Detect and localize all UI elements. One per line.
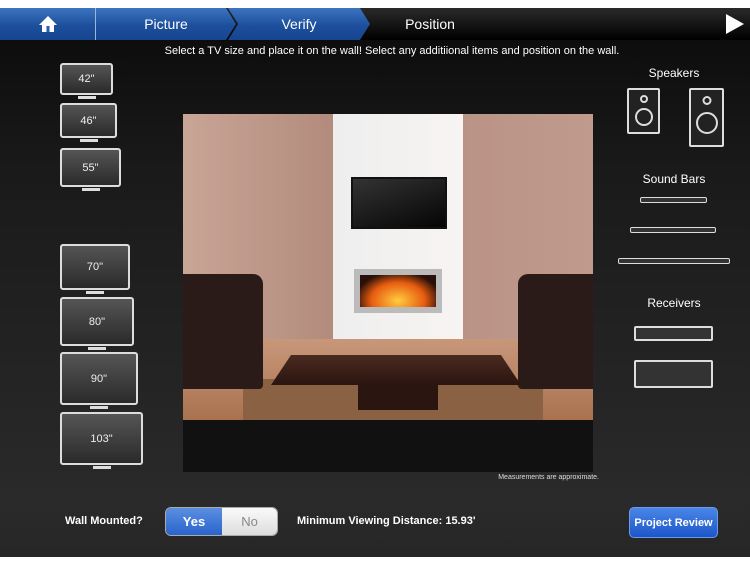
receiver-slim[interactable]	[634, 326, 713, 341]
sound-bar-medium[interactable]	[630, 227, 716, 233]
sound-bar-large[interactable]	[618, 258, 730, 264]
min-viewing-distance: Minimum Viewing Distance: 15.93'	[297, 515, 476, 527]
wall-mounted-label: Wall Mounted?	[65, 515, 143, 527]
wall-mounted-toggle[interactable]: Yes No	[165, 507, 278, 536]
step-position[interactable]: Position	[370, 8, 490, 40]
no-option[interactable]: No	[222, 508, 277, 535]
tv-size-80[interactable]: 80"	[60, 297, 134, 350]
step-label: Position	[405, 16, 455, 32]
speakers-label: Speakers	[648, 66, 700, 80]
home-button[interactable]	[0, 8, 96, 40]
measurement-note: Measurements are approximate.	[498, 474, 599, 481]
tv-size-103[interactable]: 103"	[60, 412, 143, 469]
instruction-text: Select a TV size and place it on the wal…	[164, 45, 620, 57]
sound-bars-label: Sound Bars	[642, 172, 706, 186]
tv-size-55[interactable]: 55"	[60, 148, 121, 191]
step-label: Picture	[144, 16, 188, 32]
armchair-right	[518, 274, 593, 389]
preview-bottom	[183, 420, 593, 472]
receiver-full[interactable]	[634, 360, 713, 388]
fireplace-wall	[333, 114, 463, 349]
tv-size-70[interactable]: 70"	[60, 244, 130, 294]
fireplace	[354, 269, 442, 313]
speaker-large[interactable]	[689, 88, 724, 147]
step-picture[interactable]: Picture	[96, 8, 236, 40]
tv-size-46[interactable]: 46"	[60, 103, 117, 142]
app: Picture Verify Position Select a TV size…	[0, 8, 750, 557]
sound-bar-small[interactable]	[640, 197, 707, 203]
tv-size-90[interactable]: 90"	[60, 352, 138, 409]
room-preview[interactable]	[183, 114, 593, 420]
yes-option[interactable]: Yes	[166, 508, 222, 535]
armchair-left	[183, 274, 263, 389]
step-verify[interactable]: Verify	[228, 8, 370, 40]
receivers-label: Receivers	[647, 296, 701, 310]
tv-size-42[interactable]: 42"	[60, 63, 113, 99]
next-arrow-icon[interactable]	[726, 14, 744, 34]
placed-tv[interactable]	[351, 177, 447, 229]
header: Picture Verify Position	[0, 8, 750, 40]
coffee-table	[271, 355, 521, 385]
speaker-small[interactable]	[627, 88, 660, 134]
step-label: Verify	[281, 16, 317, 32]
coffee-table-base	[358, 385, 438, 410]
project-review-button[interactable]: Project Review	[629, 507, 718, 538]
home-icon	[38, 16, 57, 32]
